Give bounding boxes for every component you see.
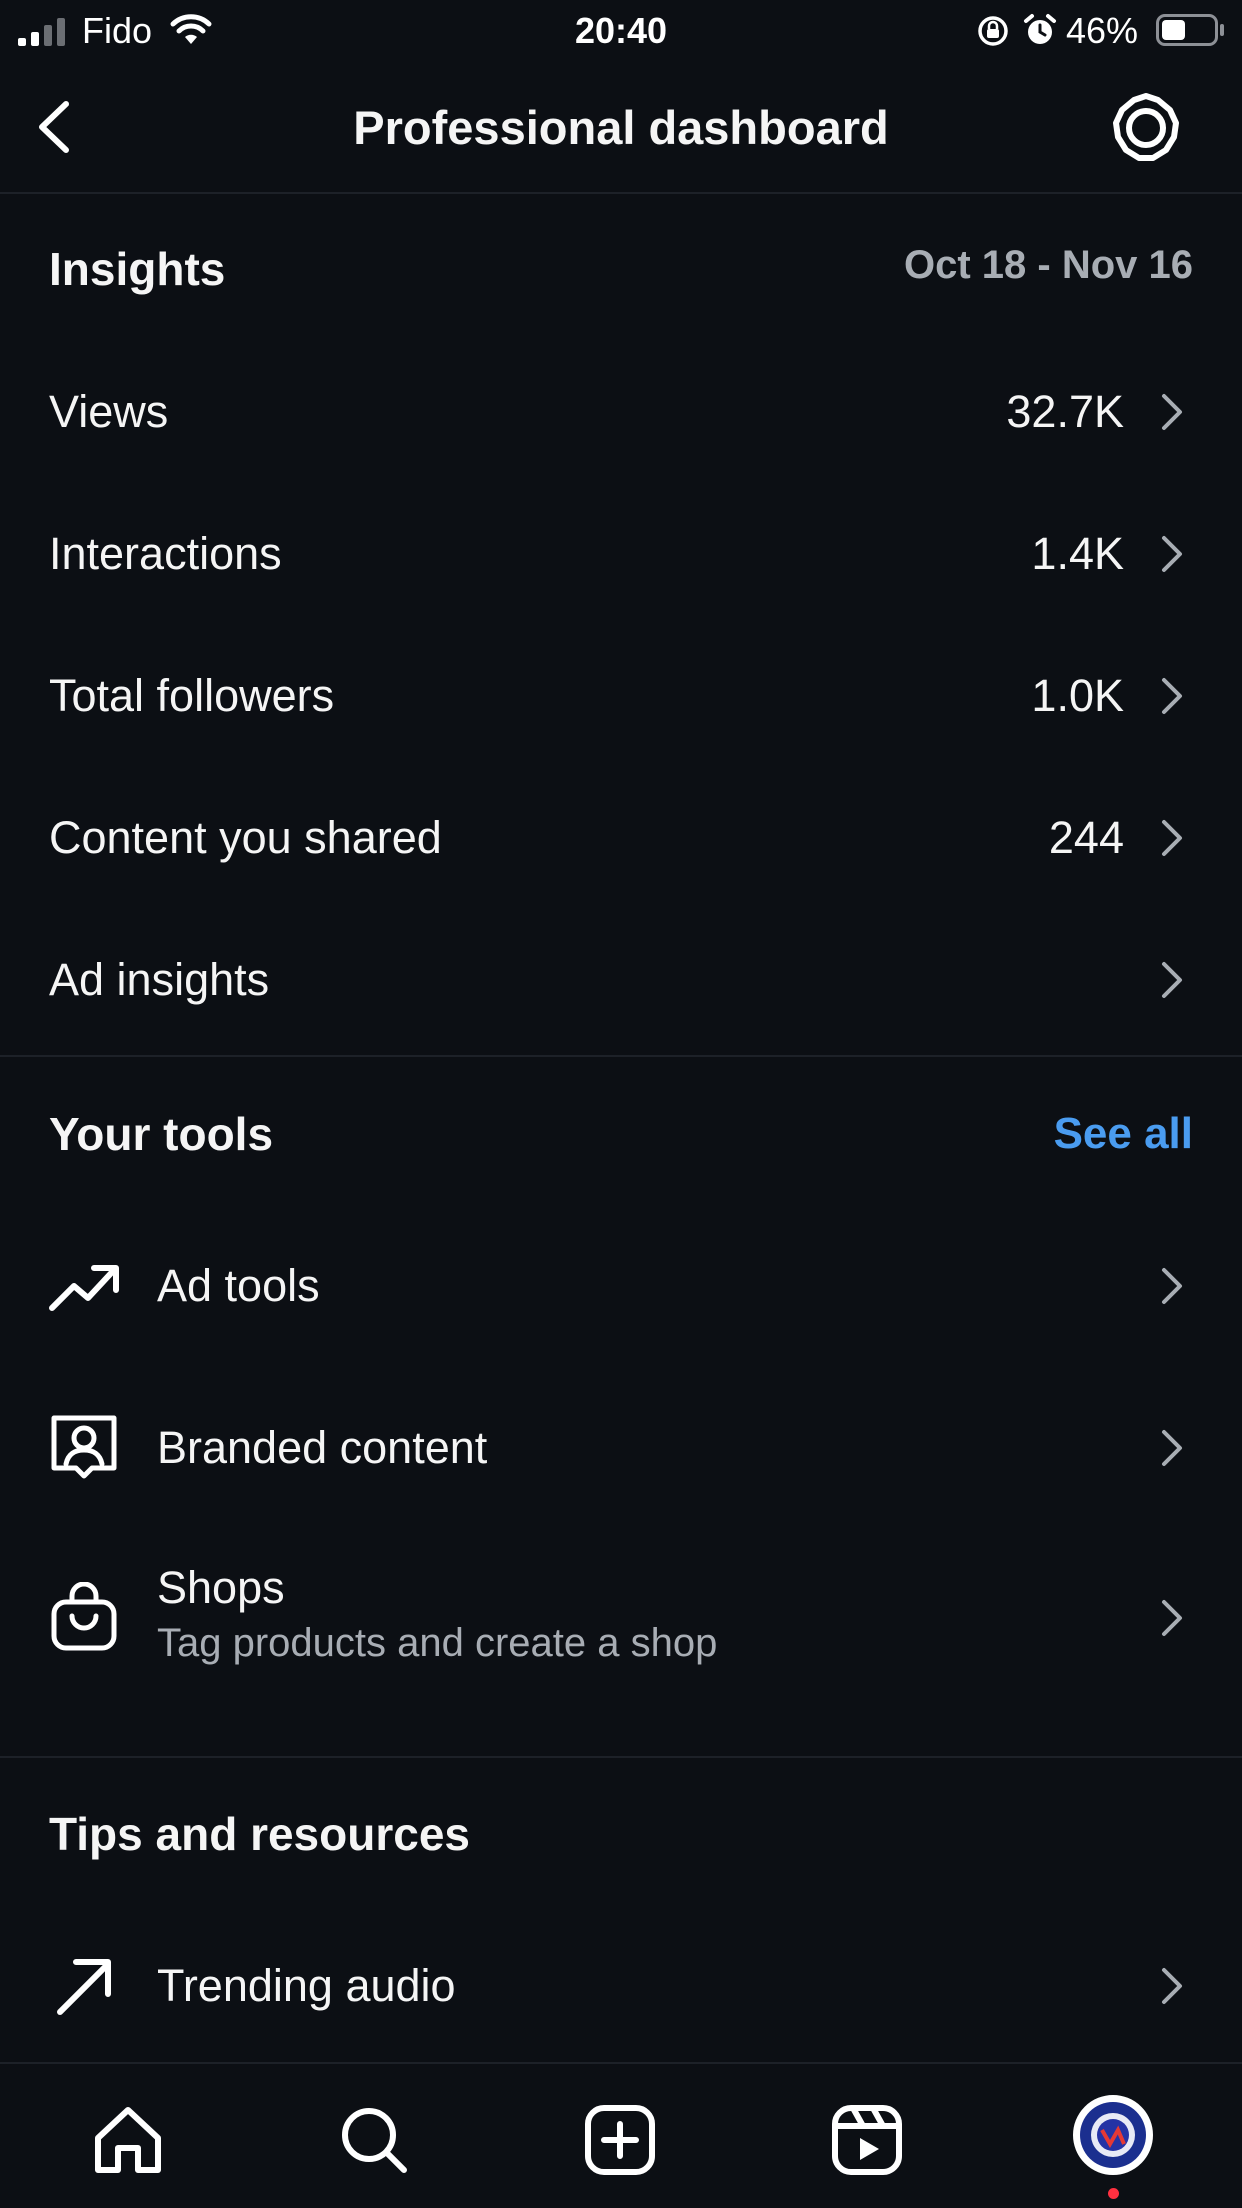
tab-home[interactable] [88,2100,168,2180]
arrow-up-right-icon [57,1959,111,2015]
alarm-icon [1024,14,1056,44]
status-bar: Fido 20:40 46% [0,0,1242,62]
tab-profile[interactable] [1072,2094,1154,2176]
battery-tip [1220,24,1224,36]
tool-label: Branded content [157,1422,488,1473]
chevron-right-icon [1162,962,1182,998]
trending-up-icon [49,1265,119,1311]
tips-title: Tips and resources [49,1808,470,1860]
battery-icon [1156,14,1218,46]
see-all-link[interactable]: See all [1054,1106,1193,1162]
insight-row-interactions[interactable]: Interactions 1.4K [0,522,1242,586]
settings-button[interactable] [1110,92,1182,164]
insight-value: 244 [1048,812,1124,863]
orientation-lock-icon [978,16,1008,46]
tool-row-branded-content[interactable]: Branded content [0,1412,1242,1484]
chevron-right-icon [1162,678,1182,714]
insight-label: Ad insights [49,954,270,1005]
battery-percent: 46% [1066,10,1139,51]
tip-row-trending-audio[interactable]: Trending audio [0,1950,1242,2022]
tab-search[interactable] [334,2100,414,2180]
header: Professional dashboard [0,62,1242,194]
shopping-bag-icon [51,1582,117,1651]
chevron-right-icon [1162,1600,1182,1636]
chevron-right-icon [1162,536,1182,572]
chevron-right-icon [1162,1430,1182,1466]
chevron-right-icon [1162,1968,1182,2004]
create-icon [585,2105,655,2175]
chevron-right-icon [1162,394,1182,430]
reels-icon [832,2105,902,2175]
tip-label: Trending audio [157,1960,456,2011]
tool-subtitle: Tag products and create a shop [157,1621,718,1665]
profile-avatar [1073,2095,1153,2175]
insight-row-views[interactable]: Views 32.7K [0,380,1242,444]
insight-row-total-followers[interactable]: Total followers 1.0K [0,664,1242,728]
chevron-right-icon [1162,1268,1182,1304]
section-divider [0,1055,1242,1057]
insight-value: 32.7K [1006,386,1124,437]
tool-label: Ad tools [157,1260,320,1311]
chevron-right-icon [1162,820,1182,856]
bottom-tab-bar [0,2062,1242,2208]
insight-label: Content you shared [49,812,442,863]
notification-dot [1108,2188,1119,2199]
tab-create[interactable] [580,2100,660,2180]
insight-label: Total followers [49,670,335,721]
section-divider [0,1756,1242,1758]
insight-label: Views [49,386,169,437]
insight-value: 1.4K [1031,528,1124,579]
gear-icon [1113,93,1179,161]
tools-title: Your tools [49,1108,274,1160]
date-range[interactable]: Oct 18 - Nov 16 [904,240,1193,290]
insight-value: 1.0K [1031,670,1124,721]
tool-label: Shops [157,1562,285,1613]
insight-row-content-shared[interactable]: Content you shared 244 [0,806,1242,870]
search-icon [342,2108,407,2173]
insight-row-ad-insights[interactable]: Ad insights [0,948,1242,1012]
insight-label: Interactions [49,528,282,579]
branded-content-icon [51,1415,117,1479]
tab-reels[interactable] [827,2100,907,2180]
page-title: Professional dashboard [353,101,889,154]
home-icon [95,2107,161,2173]
tool-row-shops[interactable]: Shops Tag products and create a shop [0,1556,1242,1676]
insights-title: Insights [49,243,226,295]
tool-row-ad-tools[interactable]: Ad tools [0,1250,1242,1322]
